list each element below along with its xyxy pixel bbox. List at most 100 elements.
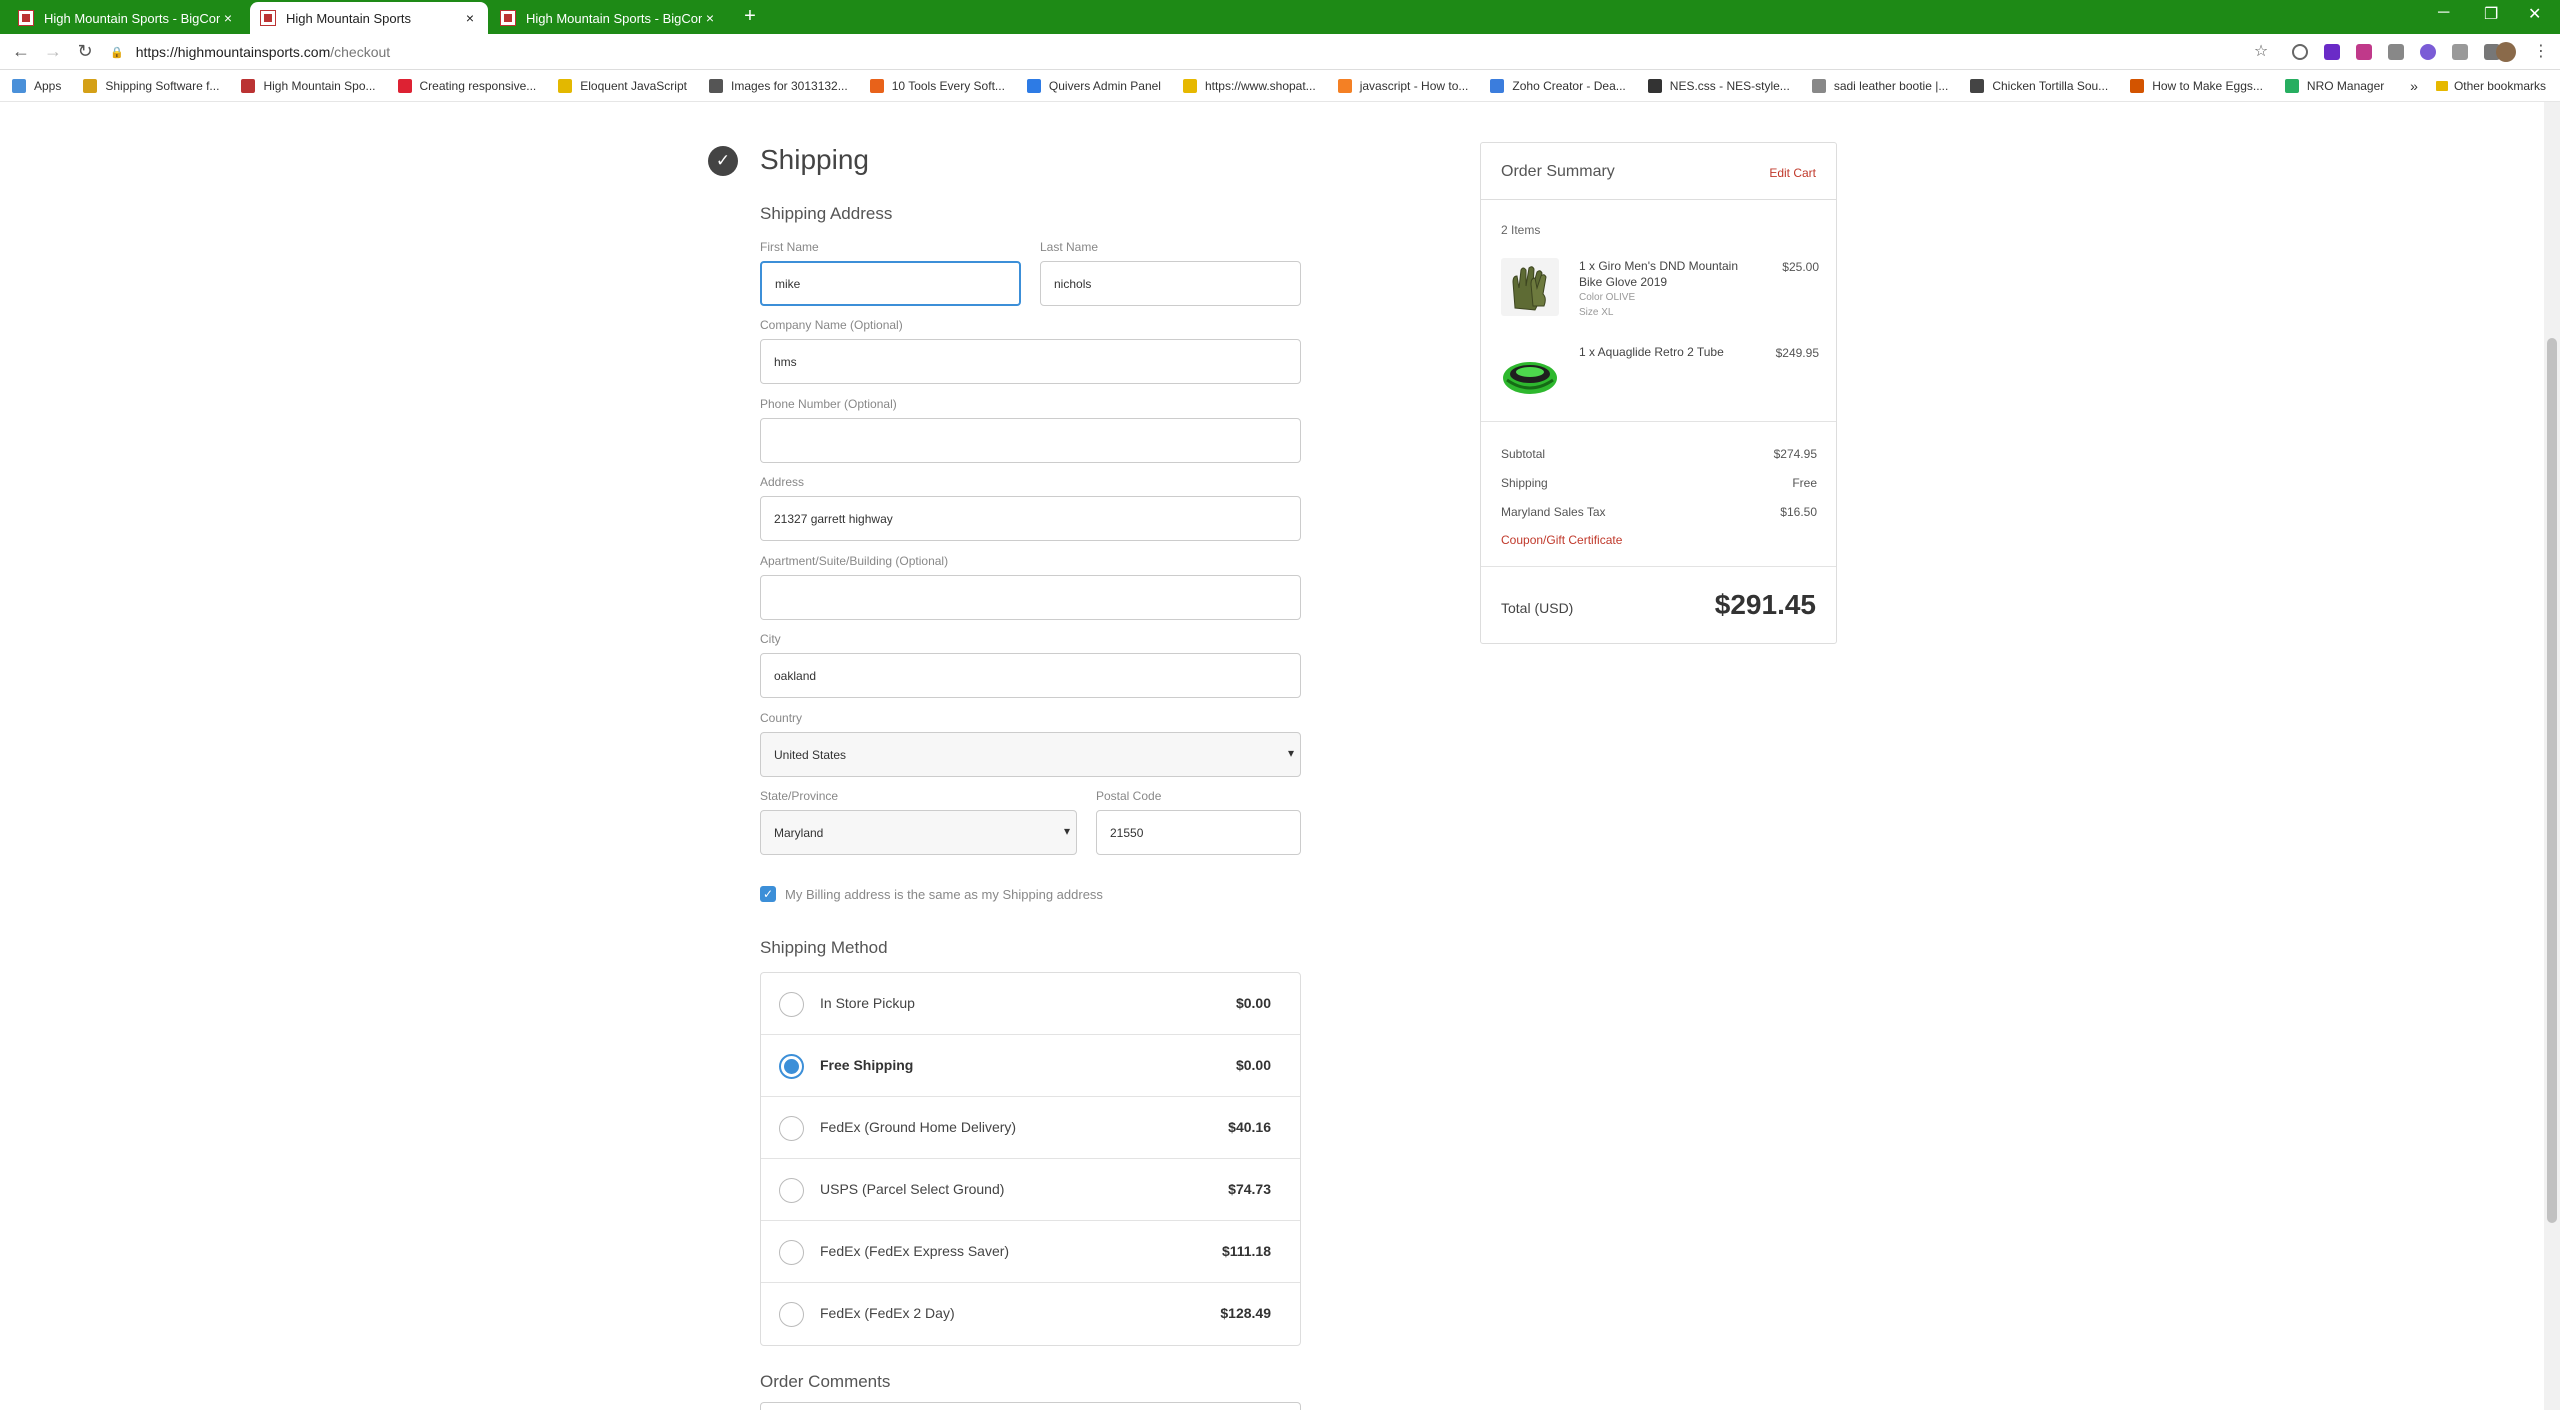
order-comments-field[interactable] xyxy=(760,1402,1301,1410)
shipping-option-free-shipping[interactable]: Free Shipping $0.00 xyxy=(761,1035,1300,1097)
forward-icon[interactable]: → xyxy=(42,41,64,62)
shipping-option-price: $128.49 xyxy=(1220,1305,1271,1321)
address-field[interactable]: 21327 garrett highway xyxy=(760,496,1301,541)
last-name-field[interactable]: nichols xyxy=(1040,261,1301,306)
phone-field[interactable] xyxy=(760,418,1301,463)
edit-cart-link[interactable]: Edit Cart xyxy=(1769,166,1816,180)
address-bar[interactable]: 🔒 https://highmountainsports.com/checkou… xyxy=(110,39,2250,65)
puzzle-extension-icon[interactable] xyxy=(2452,44,2468,60)
billing-same-checkbox[interactable]: ✓ xyxy=(760,886,776,902)
bookmark-label: NES.css - NES-style... xyxy=(1669,78,1790,93)
bookmark-item[interactable]: NRO Manager xyxy=(2284,78,2384,93)
bookmark-label: Zoho Creator - Dea... xyxy=(1512,78,1626,93)
company-label: Company Name (Optional) xyxy=(760,318,903,332)
shipping-option-price: $40.16 xyxy=(1228,1119,1271,1135)
radio-button[interactable] xyxy=(779,1302,804,1327)
scrollbar-thumb[interactable] xyxy=(2547,338,2557,1223)
city-field[interactable]: oakland xyxy=(760,653,1301,698)
shipping-option-in-store-pickup[interactable]: In Store Pickup $0.00 xyxy=(761,973,1300,1035)
bookmark-item[interactable]: NES.css - NES-style... xyxy=(1647,78,1790,93)
radio-button[interactable] xyxy=(779,1240,804,1265)
back-icon[interactable]: ← xyxy=(10,41,32,62)
profile-avatar[interactable] xyxy=(2496,42,2516,62)
new-tab-button[interactable]: + xyxy=(738,5,762,28)
gray-extension-icon[interactable] xyxy=(2388,44,2404,60)
bookmark-label: Quivers Admin Panel xyxy=(1048,78,1161,93)
bookmark-item[interactable]: Zoho Creator - Dea... xyxy=(1490,78,1626,93)
page-scrollbar[interactable] xyxy=(2544,102,2560,1410)
w-extension-icon[interactable] xyxy=(2324,44,2340,60)
first-name-field[interactable]: mike xyxy=(760,261,1021,306)
city-label: City xyxy=(760,632,781,646)
google-extension-icon[interactable] xyxy=(2292,44,2308,60)
postal-field[interactable]: 21550 xyxy=(1096,810,1301,855)
shipping-option-price: $74.73 xyxy=(1228,1181,1271,1197)
bookmark-star-icon[interactable]: ☆ xyxy=(2250,41,2272,61)
other-bookmarks-button[interactable]: Other bookmarks xyxy=(2454,79,2546,93)
bookmark-item[interactable]: Eloquent JavaScript xyxy=(558,78,687,93)
bookmark-item[interactable]: Images for 3013132... xyxy=(708,78,848,93)
bookmark-favicon-icon xyxy=(241,78,256,93)
tab-bigcommerce-2[interactable]: High Mountain Sports - BigCommerce × xyxy=(490,2,728,34)
subtotal-row: Subtotal $274.95 xyxy=(1501,447,1817,461)
reload-icon[interactable]: ↻ xyxy=(74,41,96,62)
tab-title: High Mountain Sports - BigCommerce xyxy=(526,10,702,26)
restore-icon[interactable]: ❐ xyxy=(2484,4,2498,24)
bookmark-item[interactable]: High Mountain Spo... xyxy=(241,78,376,93)
more-bookmarks-button[interactable]: » xyxy=(2410,78,2418,94)
bookmark-item[interactable]: javascript - How to... xyxy=(1337,78,1468,93)
close-icon[interactable]: × xyxy=(462,10,478,26)
tab-strip: High Mountain Sports - BigCommerce × Hig… xyxy=(0,0,2560,34)
bookmark-item[interactable]: Apps xyxy=(12,78,61,93)
billing-same-label[interactable]: My Billing address is the same as my Shi… xyxy=(785,887,1103,902)
bookmark-label: Images for 3013132... xyxy=(730,78,848,93)
coupon-gift-certificate-link[interactable]: Coupon/Gift Certificate xyxy=(1501,533,1622,547)
bookmark-item[interactable]: 10 Tools Every Soft... xyxy=(869,78,1005,93)
bookmark-favicon-icon xyxy=(708,78,723,93)
shipping-option-fedex-ground[interactable]: FedEx (Ground Home Delivery) $40.16 xyxy=(761,1097,1300,1159)
radio-button-selected[interactable] xyxy=(779,1054,804,1079)
bookmark-item[interactable]: Quivers Admin Panel xyxy=(1026,78,1161,93)
tab-bigcommerce-1[interactable]: High Mountain Sports - BigCommerce × xyxy=(8,2,246,34)
checkout-page: ✓ Shipping Shipping Address First Name m… xyxy=(0,102,2560,1410)
tab-high-mountain-sports[interactable]: High Mountain Sports × xyxy=(250,2,488,34)
bookmark-item[interactable]: https://www.shopat... xyxy=(1182,78,1316,93)
bookmark-item[interactable]: Shipping Software f... xyxy=(83,78,220,93)
bookmarks-bar: Apps Shipping Software f... High Mountain … xyxy=(0,70,2560,102)
bookmark-item[interactable]: How to Make Eggs... xyxy=(2130,78,2263,93)
apartment-field[interactable] xyxy=(760,575,1301,620)
bookmark-item[interactable]: Creating responsive... xyxy=(397,78,536,93)
close-icon[interactable]: × xyxy=(220,10,236,26)
bookmark-favicon-icon xyxy=(1811,78,1826,93)
bookmark-label: Shipping Software f... xyxy=(105,78,220,93)
pink-extension-icon[interactable] xyxy=(2356,44,2372,60)
bookmark-item[interactable]: Chicken Tortilla Sou... xyxy=(1970,78,2108,93)
tax-row: Maryland Sales Tax $16.50 xyxy=(1501,505,1817,519)
bookmark-item[interactable]: sadi leather bootie |... xyxy=(1811,78,1948,93)
postal-label: Postal Code xyxy=(1096,789,1162,803)
cart-item-price: $25.00 xyxy=(1782,260,1819,274)
bookmark-favicon-icon xyxy=(1490,78,1505,93)
order-summary-title: Order Summary xyxy=(1501,163,1615,180)
menu-kebab-icon[interactable]: ⋮ xyxy=(2530,41,2552,61)
shipping-methods-list: In Store Pickup $0.00 Free Shipping $0.0… xyxy=(760,972,1301,1346)
shipping-option-name: In Store Pickup xyxy=(820,995,915,1011)
close-window-icon[interactable]: ✕ xyxy=(2528,4,2541,24)
shipping-option-fedex-2-day[interactable]: FedEx (FedEx 2 Day) $128.49 xyxy=(761,1283,1300,1345)
radio-button[interactable] xyxy=(779,992,804,1017)
lock-icon: 🔒 xyxy=(110,46,124,59)
radio-button[interactable] xyxy=(779,1116,804,1141)
shipping-option-usps-parcel[interactable]: USPS (Parcel Select Ground) $74.73 xyxy=(761,1159,1300,1221)
close-icon[interactable]: × xyxy=(702,10,718,26)
bookmark-favicon-icon xyxy=(1026,78,1041,93)
minimize-icon[interactable]: ─ xyxy=(2438,4,2449,22)
state-select[interactable]: Maryland xyxy=(760,810,1077,855)
tab-title: High Mountain Sports xyxy=(286,10,412,26)
country-select[interactable]: United States xyxy=(760,732,1301,777)
bookmark-favicon-icon xyxy=(2284,78,2299,93)
purple-extension-icon[interactable] xyxy=(2420,44,2436,60)
tax-label: Maryland Sales Tax xyxy=(1501,505,1606,519)
shipping-option-fedex-express-saver[interactable]: FedEx (FedEx Express Saver) $111.18 xyxy=(761,1221,1300,1283)
company-field[interactable]: hms xyxy=(760,339,1301,384)
radio-button[interactable] xyxy=(779,1178,804,1203)
